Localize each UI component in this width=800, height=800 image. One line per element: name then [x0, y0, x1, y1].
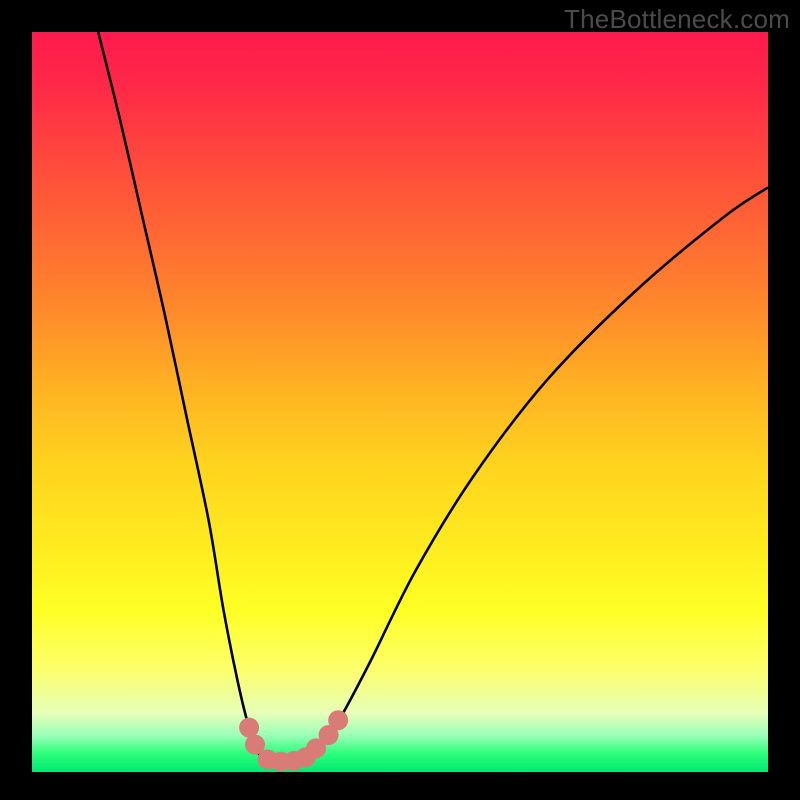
valley-marker	[239, 718, 259, 738]
chart-plot-area	[32, 32, 768, 772]
valley-markers	[239, 710, 348, 771]
chart-svg	[32, 32, 768, 772]
watermark-text: TheBottleneck.com	[564, 4, 790, 35]
valley-marker	[328, 710, 348, 730]
bottleneck-curve	[98, 32, 768, 762]
chart-frame: TheBottleneck.com	[0, 0, 800, 800]
